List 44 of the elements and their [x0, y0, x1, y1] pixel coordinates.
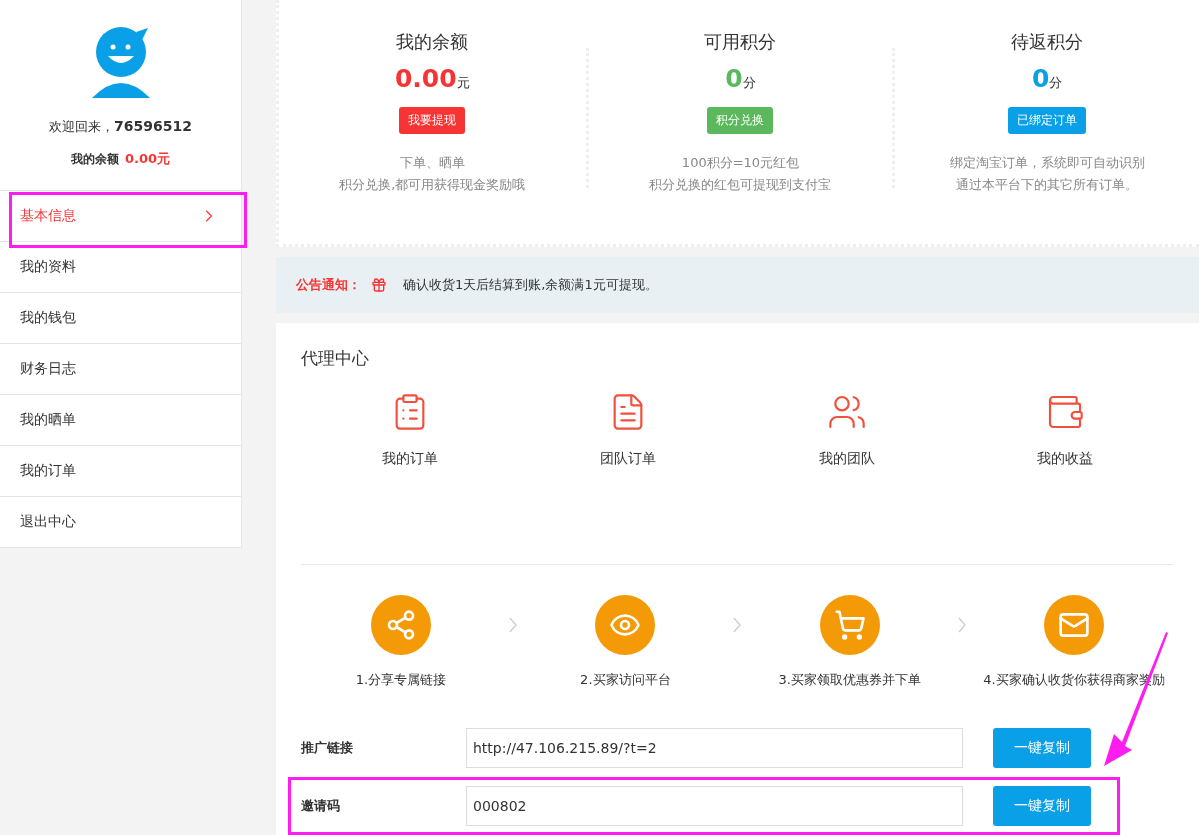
sidebar-item[interactable]: 我的订单: [0, 446, 241, 497]
sidebar-item[interactable]: 财务日志: [0, 344, 241, 395]
stat-description: 绑定淘宝订单，系统即可自动识别 通过本平台下的其它所有订单。: [949, 154, 1145, 194]
shortcut-link[interactable]: 团队订单: [600, 450, 657, 468]
chevron-icon: [509, 617, 518, 633]
gift-icon: [371, 277, 387, 294]
shortcut-link[interactable]: 我的订单: [382, 450, 439, 468]
username: 76596512: [114, 118, 192, 134]
section-title: 代理中心: [301, 347, 370, 370]
notice-text: 确认收货1天后结算到账,余额满1元可提现。: [403, 276, 658, 295]
stat-title: 待返积分: [1011, 30, 1084, 54]
chevron-icon: [733, 617, 742, 633]
stat-description: 100积分=10元红包 积分兑换的红包可提现到支付宝: [649, 154, 832, 194]
balance-label: 我的余额: [70, 151, 119, 168]
stat-unit: 分: [1049, 75, 1063, 92]
sidebar-item[interactable]: 我的钱包: [0, 293, 241, 344]
shortcut-link[interactable]: 我的收益: [1036, 450, 1093, 468]
shortcut-link[interactable]: 我的团队: [818, 450, 875, 468]
input-field[interactable]: 000802: [466, 786, 963, 826]
chevron-icon: [957, 617, 966, 633]
welcome-text: 欢迎回来，: [49, 119, 115, 134]
balance-value: 0.00元: [124, 150, 171, 168]
share-icon: [385, 609, 417, 641]
sidebar-item[interactable]: 基本信息: [0, 191, 241, 242]
stat-title: 我的余额: [396, 30, 469, 54]
stat-description: 下单、晒单 积分兑换,都可用获得现金奖励哦: [339, 154, 526, 194]
step-label: 2.买家访问平台: [580, 671, 671, 689]
sidebar-item[interactable]: 退出中心: [0, 497, 241, 548]
stat-unit: 分: [742, 75, 756, 92]
stat-value: 0: [1031, 64, 1050, 93]
input-field[interactable]: http://47.106.215.89/?t=2: [466, 728, 963, 768]
stat-button[interactable]: 我要提现: [399, 107, 466, 134]
field-label: 邀请码: [300, 797, 341, 815]
stat-unit: 元: [456, 75, 470, 92]
sidebar-item[interactable]: 我的资料: [0, 242, 241, 293]
notice-label: 公告通知：: [296, 276, 361, 295]
cart-icon: [833, 609, 866, 641]
stat-title: 可用积分: [704, 30, 777, 54]
field-label: 推广链接: [300, 739, 354, 757]
stat-value: 0.00: [394, 64, 457, 93]
sidebar-item[interactable]: 我的晒单: [0, 395, 241, 446]
step-label: 1.分享专属链接: [355, 671, 447, 689]
stat-value: 0: [725, 64, 743, 93]
step-label: 3.买家领取优惠券并下单: [778, 671, 921, 689]
